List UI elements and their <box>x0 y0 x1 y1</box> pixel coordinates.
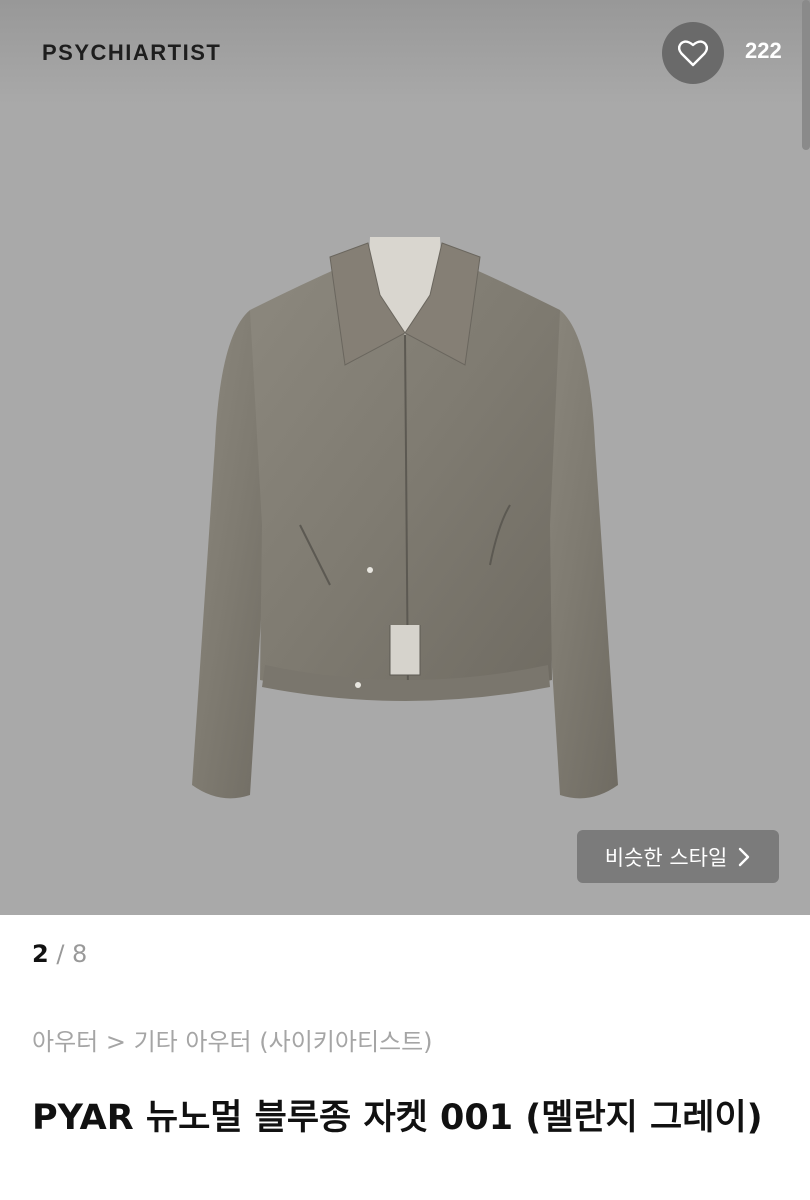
similar-style-button[interactable]: 비슷한 스타일 <box>577 830 779 883</box>
heart-outline-icon <box>678 40 708 67</box>
product-title: PYAR 뉴노멀 블루종 자켓 001 (멜란지 그레이) <box>32 1098 763 1138</box>
chevron-right-icon <box>739 847 750 866</box>
product-image-carousel[interactable]: PSYCHIARTIST 222 비슷한 스타일 <box>0 0 810 915</box>
category-breadcrumb[interactable]: 아우터 > 기타 아우터 (사이키아티스트) <box>32 1022 433 1057</box>
similar-style-label: 비슷한 스타일 <box>604 845 728 870</box>
like-button[interactable] <box>662 22 724 84</box>
pager-separator: / <box>48 940 73 968</box>
pager-current: 2 <box>32 940 49 968</box>
like-count: 222 <box>745 38 782 63</box>
image-pager: 2 / 8 <box>32 940 87 968</box>
product-photo-jacket <box>192 237 618 799</box>
scrollbar[interactable] <box>802 0 810 150</box>
pager-total: 8 <box>72 940 88 968</box>
brand-name[interactable]: PSYCHIARTIST <box>42 40 221 66</box>
